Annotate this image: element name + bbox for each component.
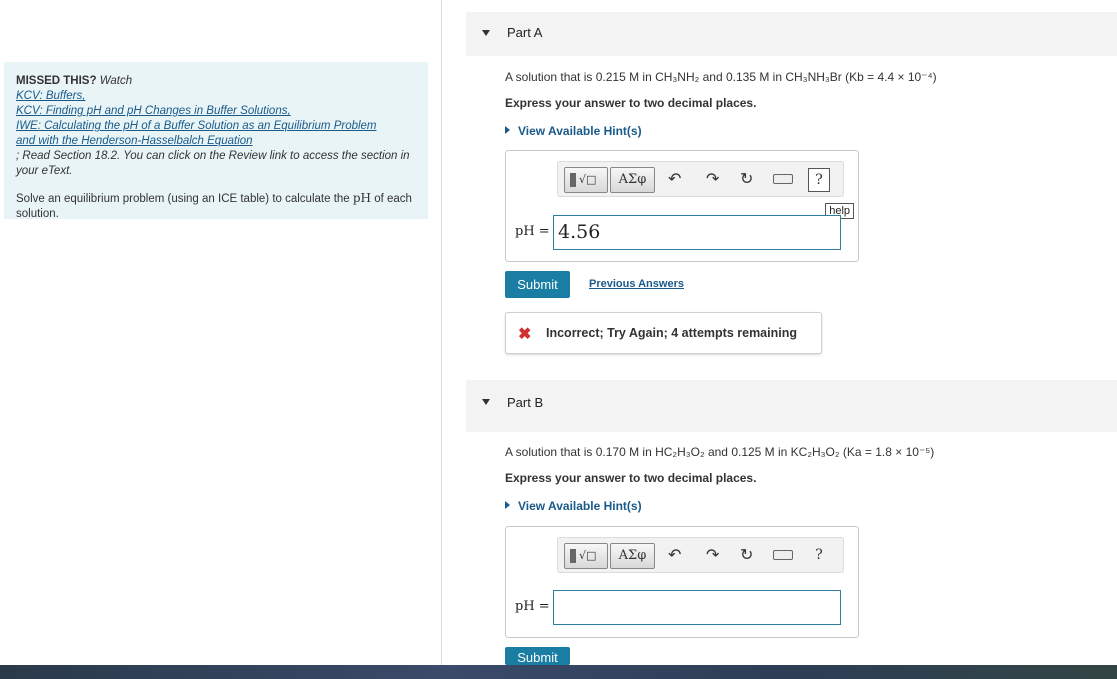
part-a-ph-input[interactable]: 4.56 xyxy=(553,215,841,250)
solve-math-ph: pH xyxy=(352,191,372,205)
part-a-instruction: Express your answer to two decimal place… xyxy=(505,96,757,110)
part-b-question: A solution that is 0.170 M in HC₂H₃O₂ an… xyxy=(505,445,935,459)
templates-button[interactable]: √□ xyxy=(564,543,608,569)
keyboard-icon[interactable] xyxy=(773,174,793,184)
part-b-header[interactable]: Part B xyxy=(466,380,1117,432)
watch-label: Watch xyxy=(96,75,133,87)
part-a-answer-box: √□ ΑΣφ ↶ ↷ ↻ ? help pH = 4.56 xyxy=(505,150,859,262)
redo-icon[interactable]: ↷ xyxy=(706,546,719,564)
part-b-submit-button[interactable]: Submit xyxy=(505,647,570,665)
solve-text-before: Solve an equilibrium problem (using an I… xyxy=(16,193,353,205)
redo-icon[interactable]: ↷ xyxy=(706,170,719,188)
template-square-icon xyxy=(570,173,576,187)
undo-icon[interactable]: ↶ xyxy=(668,170,681,188)
part-b-answer-box: √□ ΑΣφ ↶ ↷ ↻ ? pH = xyxy=(505,526,859,638)
part-a-hint-toggle[interactable]: View Available Hint(s) xyxy=(505,124,642,138)
part-b-hint-label: View Available Hint(s) xyxy=(518,499,642,513)
sqrt-template-icon: √□ xyxy=(579,173,597,186)
sqrt-template-icon: √□ xyxy=(579,549,597,562)
missed-this-panel: MISSED THIS? Watch KCV: Buffers, KCV: Fi… xyxy=(4,62,428,222)
part-a-question: A solution that is 0.215 M in CH₃NH₂ and… xyxy=(505,70,937,84)
taskbar xyxy=(0,665,1117,679)
part-a-feedback: ✖ Incorrect; Try Again; 4 attempts remai… xyxy=(505,312,822,354)
undo-icon[interactable]: ↶ xyxy=(668,546,681,564)
part-a-hint-label: View Available Hint(s) xyxy=(518,124,642,138)
review-text: ; Read Section 18.2. You can click on th… xyxy=(16,150,410,177)
help-button[interactable]: ? xyxy=(808,168,830,192)
part-a-header[interactable]: Part A xyxy=(466,12,1117,56)
link-iwe-henderson-hasselbalch[interactable]: and with the Henderson-Hasselbalch Equat… xyxy=(16,134,416,149)
collapse-triangle-icon[interactable] xyxy=(482,399,490,405)
incorrect-x-icon: ✖ xyxy=(518,326,532,343)
greek-symbols-button[interactable]: ΑΣφ xyxy=(610,543,655,569)
collapse-triangle-icon[interactable] xyxy=(482,30,490,36)
part-b-hint-toggle[interactable]: View Available Hint(s) xyxy=(505,499,642,513)
part-a-ph-label: pH = xyxy=(515,224,550,239)
previous-answers-link[interactable]: Previous Answers xyxy=(589,278,684,290)
expand-arrow-icon xyxy=(505,501,510,509)
link-kcv-buffers[interactable]: KCV: Buffers, xyxy=(16,89,416,104)
part-a-title: Part A xyxy=(507,25,543,40)
template-square-icon xyxy=(570,549,576,563)
solve-instructions: Solve an equilibrium problem (using an I… xyxy=(16,191,416,222)
feedback-message: Incorrect; Try Again; 4 attempts remaini… xyxy=(546,326,797,340)
reset-icon[interactable]: ↻ xyxy=(740,546,753,564)
part-a-math-toolbar: √□ ΑΣφ ↶ ↷ ↻ ? xyxy=(557,161,844,197)
column-divider xyxy=(441,0,442,665)
greek-symbols-button[interactable]: ΑΣφ xyxy=(610,167,655,193)
reset-icon[interactable]: ↻ xyxy=(740,170,753,188)
link-iwe-calculating-ph[interactable]: IWE: Calculating the pH of a Buffer Solu… xyxy=(16,119,416,134)
templates-button[interactable]: √□ xyxy=(564,167,608,193)
part-b-ph-label: pH = xyxy=(515,599,550,614)
help-button[interactable]: ? xyxy=(808,544,830,568)
part-b-instruction: Express your answer to two decimal place… xyxy=(505,471,757,485)
expand-arrow-icon xyxy=(505,126,510,134)
keyboard-icon[interactable] xyxy=(773,550,793,560)
link-kcv-finding-ph[interactable]: KCV: Finding pH and pH Changes in Buffer… xyxy=(16,104,416,119)
missed-this-label: MISSED THIS? xyxy=(16,75,97,87)
part-b-ph-input[interactable] xyxy=(553,590,841,625)
part-b-math-toolbar: √□ ΑΣφ ↶ ↷ ↻ ? xyxy=(557,537,844,573)
part-b-title: Part B xyxy=(507,395,544,410)
part-a-submit-button[interactable]: Submit xyxy=(505,271,570,298)
